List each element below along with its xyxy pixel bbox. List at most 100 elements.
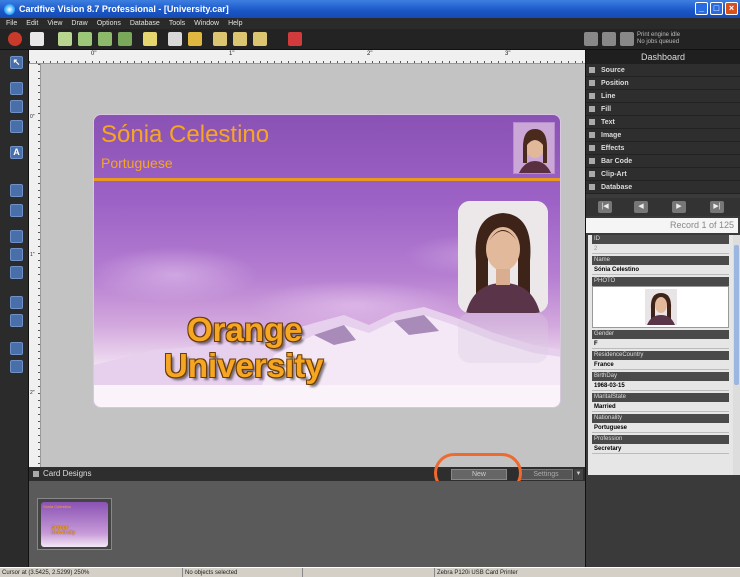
field-value[interactable]: Married — [592, 402, 729, 412]
window-title: Cardfive Vision 8.7 Professional - [Univ… — [19, 4, 229, 14]
card-photo-reflection — [458, 313, 548, 363]
field-residence-country: ResidenceCountry France — [592, 351, 729, 370]
card-university-line1[interactable]: Orange — [187, 311, 303, 349]
refresh-icon[interactable] — [118, 32, 132, 46]
play-icon[interactable] — [602, 32, 616, 46]
settings-button[interactable]: Settings — [519, 469, 573, 480]
field-value[interactable]: Sónia Celestino — [592, 265, 729, 275]
scrollbar-thumb[interactable] — [734, 245, 739, 385]
card-small-photo[interactable] — [513, 122, 555, 174]
text-tool-icon[interactable]: A — [10, 146, 23, 159]
signature-tool-icon[interactable] — [10, 266, 23, 279]
zoom-in-icon[interactable] — [213, 32, 227, 46]
menu-window[interactable]: Window — [194, 18, 219, 29]
magstripe-tool-icon[interactable] — [10, 342, 23, 355]
barcode-tool-icon[interactable] — [10, 184, 23, 197]
ruler-label: 1" — [229, 51, 235, 57]
zoom-fit-icon[interactable] — [253, 32, 267, 46]
menu-draw[interactable]: Draw — [71, 18, 87, 29]
card-main-photo[interactable] — [458, 201, 548, 313]
dashboard-section-text[interactable]: Text — [586, 116, 740, 129]
minimize-button[interactable]: _ — [695, 2, 708, 15]
menu-file[interactable]: File — [6, 18, 17, 29]
status-empty — [303, 568, 435, 577]
field-gender: Gender F — [592, 330, 729, 349]
photo-field-preview[interactable] — [592, 286, 729, 328]
dashboard-section-database[interactable]: Database — [586, 181, 740, 194]
rectangle-tool-icon[interactable] — [10, 100, 23, 113]
barcode2d-tool-icon[interactable] — [10, 204, 23, 217]
app-icon — [4, 3, 15, 15]
card-university-line2[interactable]: University — [164, 347, 324, 385]
field-value[interactable]: F — [592, 339, 729, 349]
image-tool-icon[interactable] — [10, 230, 23, 243]
next-record-icon[interactable]: ▶ — [672, 201, 686, 213]
window-controls: _ □ × — [695, 2, 738, 15]
last-record-icon[interactable]: ▶| — [710, 201, 724, 213]
camera-icon[interactable] — [288, 32, 302, 46]
stop-icon[interactable] — [620, 32, 634, 46]
select-tool-icon[interactable]: ↖ — [10, 56, 23, 69]
table-view-icon[interactable] — [98, 32, 112, 46]
ruler-label: 2" — [367, 51, 373, 57]
ruler-vertical: 0" 1" 2" — [29, 64, 41, 467]
chevron-down-icon[interactable]: ▼ — [574, 469, 583, 480]
field-value[interactable]: 1968-03-15 — [592, 381, 729, 391]
field-photo: PHOTO — [592, 277, 729, 328]
app-menu-icon[interactable] — [8, 32, 22, 46]
first-record-icon[interactable]: |◀ — [598, 201, 612, 213]
field-profession: Profession Secretary — [592, 435, 729, 454]
encode-icon[interactable] — [188, 32, 202, 46]
ruler-label: 0" — [91, 51, 97, 57]
dashboard-section-source[interactable]: Source — [586, 64, 740, 77]
new-document-icon[interactable] — [30, 32, 44, 46]
dashboard-section-effects[interactable]: Effects — [586, 142, 740, 155]
menu-view[interactable]: View — [47, 18, 62, 29]
close-button[interactable]: × — [725, 2, 738, 15]
menu-help[interactable]: Help — [228, 18, 242, 29]
ellipse-tool-icon[interactable] — [10, 120, 23, 133]
record-fields: ID 2 Name Sónia Celestino PHOTO Gender F… — [588, 235, 733, 475]
title-bar: Cardfive Vision 8.7 Professional - [Univ… — [0, 0, 740, 18]
layout-icon[interactable] — [58, 32, 72, 46]
card-design-thumbnail[interactable]: Sónia Celestino Orange University — [37, 498, 112, 550]
clipart-tool-icon[interactable] — [10, 296, 23, 309]
thumbnail-university: Orange University — [51, 526, 75, 536]
field-value[interactable]: France — [592, 360, 729, 370]
dashboard-section-image[interactable]: Image — [586, 129, 740, 142]
photo-tool-icon[interactable] — [10, 248, 23, 261]
previous-record-icon[interactable]: ◀ — [634, 201, 648, 213]
maximize-button[interactable]: □ — [710, 2, 723, 15]
record-fields-scrollbar[interactable] — [733, 235, 740, 475]
field-label: Name — [592, 256, 729, 265]
print-icon[interactable] — [168, 32, 182, 46]
effects-tool-icon[interactable] — [10, 314, 23, 327]
dashboard-section-line[interactable]: Line — [586, 90, 740, 103]
id-card[interactable]: Sónia Celestino Portuguese Orange Univer… — [93, 114, 561, 408]
thumbnail-name: Sónia Celestino — [43, 504, 72, 509]
line-tool-icon[interactable] — [10, 82, 23, 95]
field-value[interactable]: Portuguese — [592, 423, 729, 433]
field-label: Profession — [592, 435, 729, 444]
settings-icon[interactable] — [584, 32, 598, 46]
dashboard-section-barcode[interactable]: Bar Code — [586, 155, 740, 168]
dashboard-section-position[interactable]: Position — [586, 77, 740, 90]
design-canvas[interactable]: Sónia Celestino Portuguese Orange Univer… — [41, 64, 585, 467]
card-name-text[interactable]: Sónia Celestino — [101, 121, 269, 149]
dashboard-section-fill[interactable]: Fill — [586, 103, 740, 116]
field-label: Nationality — [592, 414, 729, 423]
zoom-out-icon[interactable] — [233, 32, 247, 46]
card-nationality-text[interactable]: Portuguese — [101, 155, 173, 171]
field-value[interactable]: 2 — [592, 244, 729, 254]
card-divider-line[interactable] — [94, 178, 560, 181]
grid-view-icon[interactable] — [78, 32, 92, 46]
menu-database[interactable]: Database — [130, 18, 160, 29]
field-value[interactable]: Secretary — [592, 444, 729, 454]
menu-tools[interactable]: Tools — [169, 18, 185, 29]
ruler-label: 3" — [505, 51, 511, 57]
dashboard-section-clipart[interactable]: Clip-Art — [586, 168, 740, 181]
chip-tool-icon[interactable] — [10, 360, 23, 373]
menu-edit[interactable]: Edit — [26, 18, 38, 29]
menu-options[interactable]: Options — [97, 18, 121, 29]
database-grid-icon[interactable] — [143, 32, 157, 46]
